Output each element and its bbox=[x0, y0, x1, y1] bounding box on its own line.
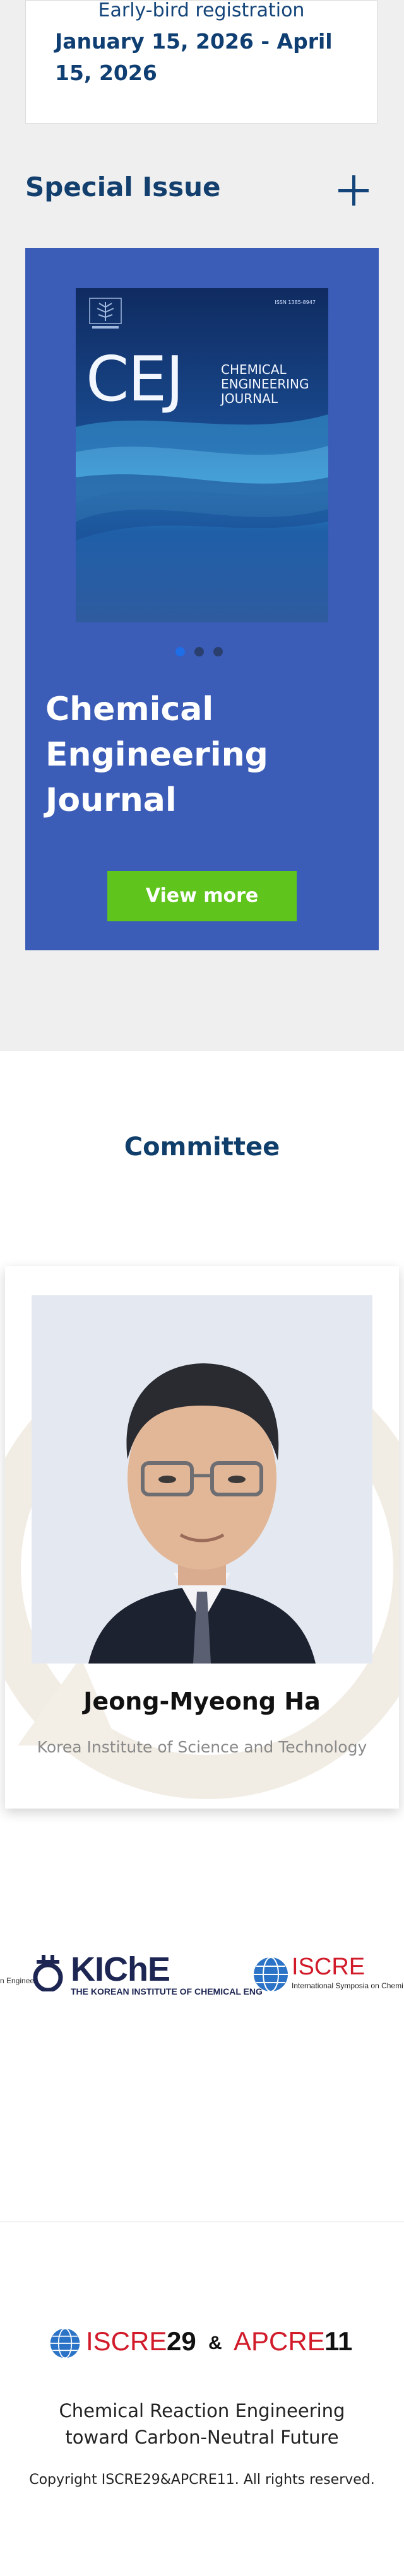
cover-name-line: JOURNAL bbox=[221, 391, 278, 406]
plus-icon[interactable] bbox=[338, 175, 369, 206]
footer-logo-apcre: APCRE bbox=[234, 2326, 325, 2356]
footer-globe-icon bbox=[50, 2328, 80, 2359]
iscre-logo-text[interactable]: ISCRE bbox=[292, 1954, 365, 1981]
partner-logo-strip: n Enginee KIChE THE KOREAN INSTITUTE OF … bbox=[0, 1951, 404, 2002]
special-issue-panel: ISSN 1385-8947 CEJ CHEMICAL ENGINEERING … bbox=[25, 248, 379, 950]
iscre-globe-icon bbox=[254, 1957, 288, 1992]
cover-name-line: ENGINEERING bbox=[221, 376, 309, 392]
elsevier-tree-icon bbox=[89, 298, 122, 329]
cover-name-line: CHEMICAL bbox=[221, 362, 287, 377]
journal-cover-image[interactable]: ISSN 1385-8947 CEJ CHEMICAL ENGINEERING … bbox=[76, 288, 328, 622]
cover-wave-graphic bbox=[76, 414, 328, 540]
member-name: Jeong-Myeong Ha bbox=[83, 1687, 321, 1715]
special-issue-title: Special Issue bbox=[25, 172, 221, 202]
committee-title: Committee bbox=[124, 1133, 280, 1162]
footer-copyright: Copyright ISCRE29&APCRE11. All rights re… bbox=[29, 2472, 375, 2488]
carousel-dot[interactable] bbox=[194, 647, 204, 656]
carousel-dot[interactable] bbox=[175, 647, 185, 656]
registration-card: Early-bird registration January 15, 2026… bbox=[25, 0, 377, 124]
committee-member-card[interactable]: Jeong-Myeong Ha Korea Institute of Scien… bbox=[5, 1266, 399, 1809]
cover-journal-name: CHEMICAL ENGINEERING JOURNAL bbox=[221, 363, 309, 406]
kiche-logo-text[interactable]: KIChE bbox=[71, 1951, 170, 1989]
journal-title: Chemical Engineering Journal bbox=[45, 691, 268, 819]
iscre-logo-subtitle: International Symposia on Chemi bbox=[292, 1981, 403, 1990]
footer: ISCRE 29 & APCRE 11 Chemical Reaction En… bbox=[0, 2222, 404, 2576]
footer-logo-amp: & bbox=[208, 2333, 222, 2353]
footer-logo-iscre: ISCRE bbox=[86, 2326, 167, 2356]
footer-logo-11: 11 bbox=[324, 2326, 353, 2356]
member-portrait bbox=[32, 1295, 372, 1664]
kiche-emblem-icon bbox=[33, 1955, 63, 1991]
view-more-button[interactable]: View more bbox=[107, 871, 297, 921]
member-affiliation: Korea Institute of Science and Technolog… bbox=[37, 1738, 367, 1756]
portrait-illustration bbox=[32, 1295, 372, 1664]
footer-logo: ISCRE 29 & APCRE 11 bbox=[49, 2325, 359, 2363]
footer-logo-29: 29 bbox=[167, 2326, 196, 2356]
partner-cut-text: n Enginee bbox=[0, 1976, 35, 1985]
footer-tagline: Chemical Reaction Engineering toward Car… bbox=[59, 2400, 345, 2448]
cover-abbrev: CEJ bbox=[86, 344, 184, 416]
registration-label: Early-bird registration bbox=[98, 0, 305, 21]
carousel-dot[interactable] bbox=[213, 647, 223, 656]
cover-issn: ISSN 1385-8947 bbox=[275, 300, 316, 305]
registration-dates: January 15, 2026 - April 15, 2026 bbox=[55, 29, 333, 85]
kiche-logo-subtitle: THE KOREAN INSTITUTE OF CHEMICAL ENG bbox=[71, 1986, 263, 1996]
